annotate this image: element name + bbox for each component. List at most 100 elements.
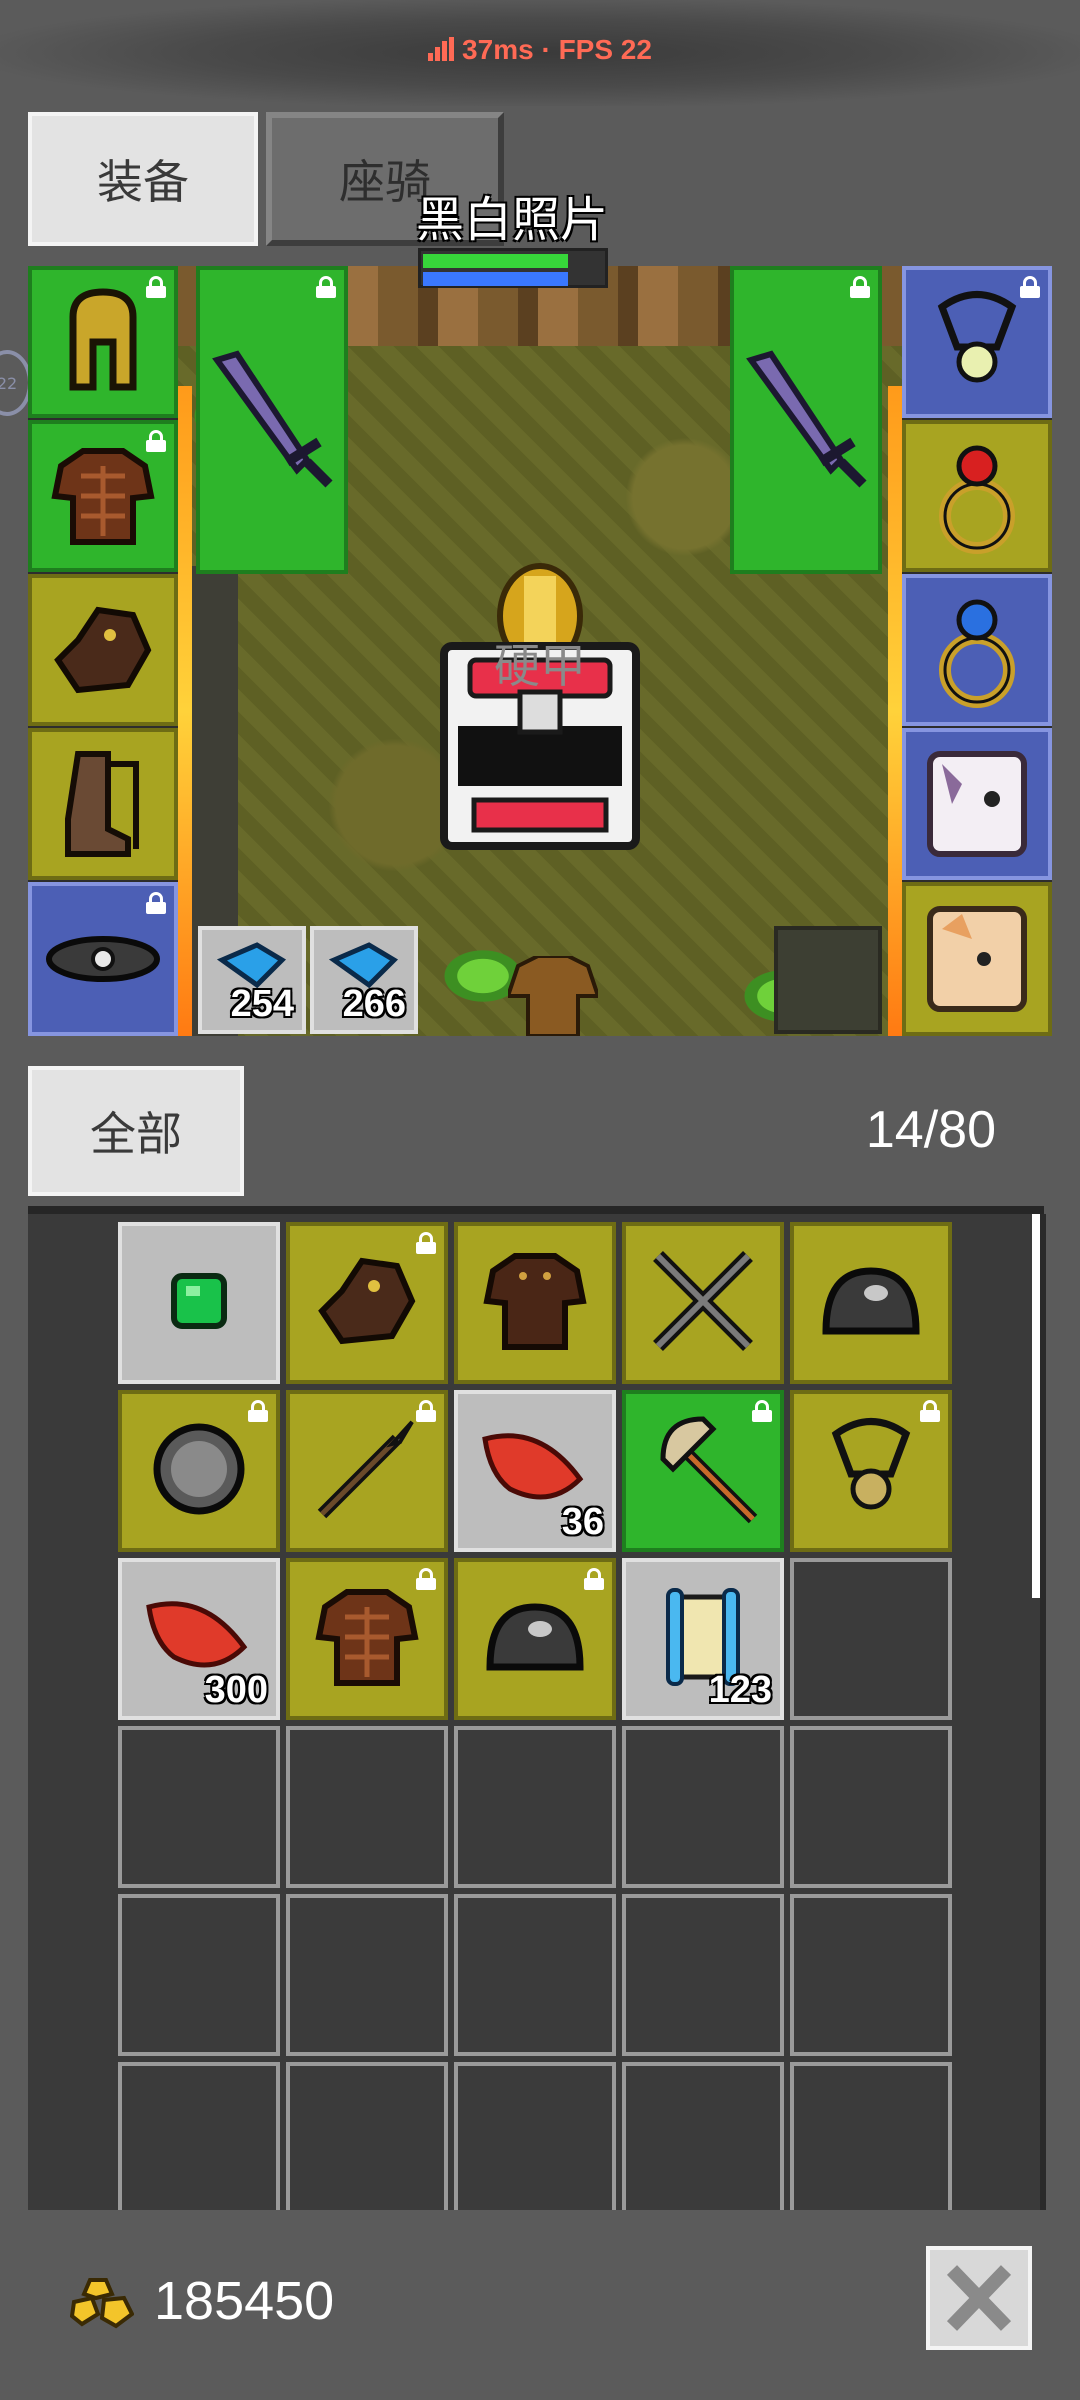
hp-bar: [423, 254, 569, 268]
spear-icon: [312, 1414, 422, 1528]
inventory-item[interactable]: [118, 1390, 280, 1552]
inventory-slot-empty[interactable]: [118, 1726, 280, 1888]
slot-chest[interactable]: [28, 420, 178, 572]
lock-icon: [248, 1400, 268, 1422]
inventory-item[interactable]: [622, 1222, 784, 1384]
scrollbar-thumb[interactable]: [1032, 1214, 1040, 1598]
inventory-item[interactable]: 123: [622, 1558, 784, 1720]
scrollbar-track[interactable]: [1040, 1214, 1046, 2210]
armor-preview-icon: [508, 956, 598, 1036]
leather-armor-icon: [483, 1251, 587, 1355]
battle-axe-icon: [643, 1409, 763, 1533]
ping-text: 37ms: [462, 34, 534, 65]
quick-slot-2[interactable]: 266: [310, 926, 418, 1034]
inventory-item[interactable]: [286, 1390, 448, 1552]
inventory-slot-empty[interactable]: [118, 1894, 280, 2056]
inventory-item[interactable]: [622, 1390, 784, 1552]
slot-gloves[interactable]: [28, 574, 178, 726]
lock-icon: [584, 1568, 604, 1590]
slot-pet-2[interactable]: [902, 882, 1052, 1036]
lock-icon: [850, 276, 870, 298]
item-count: 254: [230, 983, 294, 1025]
inventory-slot-empty[interactable]: [286, 1894, 448, 2056]
emerald-gem-icon: [164, 1266, 234, 1340]
inventory-item[interactable]: [286, 1222, 448, 1384]
round-shield-icon: [149, 1419, 249, 1523]
quick-slot-1[interactable]: 254: [198, 926, 306, 1034]
gloves-icon: [312, 1251, 422, 1355]
inventory-slot-empty[interactable]: [454, 1726, 616, 1888]
inventory-slot-empty[interactable]: [790, 2062, 952, 2210]
inventory-slot-empty[interactable]: [454, 1894, 616, 2056]
lava-strip: [888, 386, 902, 1036]
character-name: 黑白照片: [415, 192, 608, 248]
inventory-slot-empty[interactable]: [286, 1726, 448, 1888]
lock-icon: [416, 1568, 436, 1590]
gold-coins-icon: [70, 2278, 134, 2329]
slot-pet-1[interactable]: [902, 728, 1052, 880]
inventory-item[interactable]: 36: [454, 1390, 616, 1552]
lock-icon: [920, 1400, 940, 1422]
chest-armor-icon: [51, 448, 155, 545]
fps-text: FPS 22: [558, 34, 652, 65]
inventory-slot-empty[interactable]: [622, 1894, 784, 2056]
slot-weapon-right[interactable]: [730, 266, 882, 574]
slot-ring-1[interactable]: [902, 420, 1052, 572]
inventory-item[interactable]: 300: [118, 1558, 280, 1720]
inventory-slot-empty[interactable]: [790, 1726, 952, 1888]
slot-boots[interactable]: [28, 728, 178, 880]
inventory-item[interactable]: [790, 1222, 952, 1384]
lava-strip: [178, 386, 192, 1036]
boots-icon: [65, 751, 139, 857]
status-bar: 37ms · FPS 22: [0, 0, 1080, 106]
necklace-icon: [937, 291, 1017, 383]
slot-necklace[interactable]: [902, 266, 1052, 418]
iron-helmet-icon: [816, 1261, 926, 1345]
inventory-item[interactable]: [118, 1222, 280, 1384]
item-count: 123: [708, 1669, 772, 1711]
bag-capacity: 14/80: [865, 1101, 996, 1159]
item-count: 266: [342, 983, 406, 1025]
inventory-slot-empty[interactable]: [286, 2062, 448, 2210]
iron-helmet-icon: [480, 1597, 590, 1681]
item-count: 300: [204, 1669, 268, 1711]
slot-weapon-left[interactable]: [196, 266, 348, 574]
helmet-icon: [69, 288, 137, 391]
unicorn-pet-icon: [927, 751, 1027, 857]
quick-slot-3[interactable]: [774, 926, 882, 1034]
armor-type-label: 硬甲: [494, 639, 586, 693]
inventory-item[interactable]: [454, 1222, 616, 1384]
inventory-item[interactable]: [790, 1390, 952, 1552]
inventory-slot-empty[interactable]: [790, 1558, 952, 1720]
inventory-item[interactable]: [454, 1558, 616, 1720]
inventory-slot-empty[interactable]: [622, 2062, 784, 2210]
network-status: 37ms · FPS 22: [0, 34, 1080, 66]
status-separator: ·: [541, 34, 551, 65]
signal-icon: [428, 37, 455, 61]
slot-helmet[interactable]: [28, 266, 178, 418]
inventory-slot-empty[interactable]: [622, 1726, 784, 1888]
sword-icon: [746, 350, 867, 488]
inventory-slot-empty[interactable]: [790, 1894, 952, 2056]
close-icon: [946, 2265, 1012, 2331]
mp-bar: [423, 272, 569, 286]
hp-mp-bars: [418, 248, 608, 288]
item-count: 36: [561, 1501, 604, 1543]
inventory-item[interactable]: [286, 1558, 448, 1720]
gloves-icon: [54, 606, 152, 694]
inventory-slot-empty[interactable]: [118, 2062, 280, 2210]
inventory-slot-empty[interactable]: [454, 2062, 616, 2210]
ruby-ring-icon: [939, 445, 1015, 554]
slot-belt[interactable]: [28, 882, 178, 1036]
gold-amount: 185450: [154, 2271, 335, 2331]
filter-all-button[interactable]: 全部: [28, 1066, 244, 1196]
belt-icon: [46, 936, 160, 982]
lock-icon: [146, 892, 166, 914]
close-button[interactable]: [926, 2246, 1032, 2350]
inventory-grid: 36 300 123: [28, 1206, 1044, 2210]
lock-icon: [316, 276, 336, 298]
chest-armor-icon: [315, 1587, 419, 1691]
slot-ring-2[interactable]: [902, 574, 1052, 726]
amulet-icon: [821, 1414, 921, 1528]
crossed-swords-icon: [648, 1246, 758, 1360]
